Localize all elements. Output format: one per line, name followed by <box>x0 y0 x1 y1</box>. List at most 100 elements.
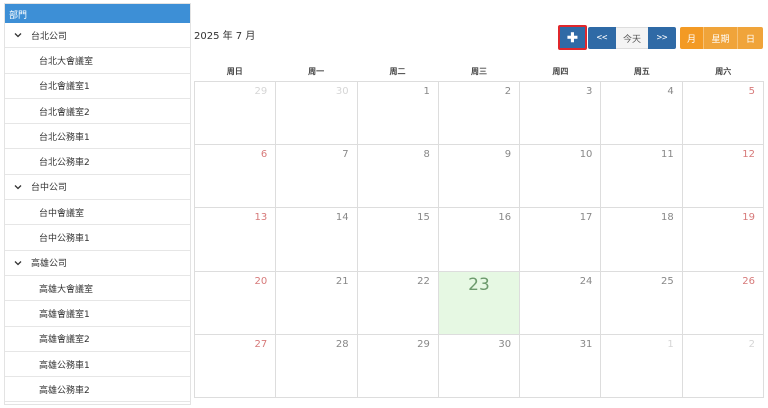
day-cell[interactable]: 28 <box>276 334 358 398</box>
day-cell[interactable]: 14 <box>276 208 358 272</box>
tree-item-7[interactable]: 台中會議室 <box>5 200 190 226</box>
day-number: 9 <box>504 149 512 161</box>
day-number: 23 <box>468 274 490 295</box>
day-number: 20 <box>254 275 268 287</box>
today-button[interactable]: 今天 <box>616 27 648 49</box>
day-cell[interactable]: 19 <box>682 208 764 272</box>
day-cell[interactable]: 3 <box>520 82 602 146</box>
day-number: 6 <box>260 149 268 161</box>
prev-month-button[interactable]: << <box>588 27 616 49</box>
day-cell[interactable]: 7 <box>276 145 358 209</box>
day-number: 31 <box>579 338 593 350</box>
weekday-label: 周日 <box>226 67 243 76</box>
day-number: 27 <box>254 338 268 350</box>
tree-item-1[interactable]: 台北大會議室 <box>5 48 190 74</box>
add-event-button[interactable]: ✚ <box>558 25 587 50</box>
day-number: 8 <box>423 149 430 161</box>
tree-item-3[interactable]: 台北會議室2 <box>5 99 190 125</box>
tree-item-label: 台中會議室 <box>39 208 85 219</box>
next-month-button[interactable]: >> <box>648 27 676 49</box>
tree-item-13[interactable]: 高雄公務車1 <box>5 352 190 378</box>
day-cell[interactable]: 2 <box>438 82 521 146</box>
tree-item-label: 台北公務車1 <box>39 132 90 143</box>
day-cell[interactable]: 29 <box>195 82 277 146</box>
day-cell[interactable]: 24 <box>520 271 602 335</box>
day-number: 15 <box>417 212 430 224</box>
tree-group-9[interactable]: 高雄公司 <box>5 251 190 276</box>
tree-item-label: 高雄會議室1 <box>39 309 90 320</box>
tree-item-label: 高雄公務車1 <box>39 360 90 371</box>
weekday-label: 周六 <box>715 67 732 76</box>
day-cell[interactable]: 21 <box>276 271 358 335</box>
tree-item-5[interactable]: 台北公務車2 <box>5 149 190 175</box>
day-number: 7 <box>342 149 349 161</box>
tree-item-8[interactable]: 台中公務車1 <box>5 225 190 251</box>
tree-group-0[interactable]: 台北公司 <box>5 23 190 49</box>
tree-group-6[interactable]: 台中公司 <box>5 175 190 201</box>
chevron-down-icon[interactable] <box>13 258 23 268</box>
day-cell[interactable]: 30 <box>438 334 521 398</box>
day-cell[interactable]: 9 <box>438 145 521 209</box>
tree-item-12[interactable]: 高雄會議室2 <box>5 327 190 352</box>
tree-item-label: 高雄公司 <box>31 259 68 270</box>
day-cell[interactable]: 13 <box>195 208 277 272</box>
tree-item-10[interactable]: 高雄大會議室 <box>5 276 190 302</box>
view-switcher: 月 星期 日 <box>680 27 763 49</box>
department-sidebar: 部門 台北公司 台北大會議室 台北會議室1 台北會議室2 台北公務車1 台北公務車2 台中公… <box>4 3 191 405</box>
chevron-down-icon[interactable] <box>13 182 23 192</box>
tree-item-4[interactable]: 台北公務車1 <box>5 124 190 150</box>
day-cell[interactable]: 17 <box>520 208 602 272</box>
day-number: 14 <box>335 212 349 224</box>
tree-item-2[interactable]: 台北會議室1 <box>5 74 190 99</box>
day-number: 29 <box>254 86 268 97</box>
chevron-down-icon[interactable] <box>13 30 23 40</box>
day-cell[interactable]: 31 <box>520 334 602 398</box>
day-cell[interactable]: 20 <box>195 271 277 335</box>
tree-item-label: 台北會議室2 <box>39 107 90 118</box>
day-number: 2 <box>748 338 755 350</box>
day-cell[interactable]: 22 <box>357 271 439 335</box>
day-cell[interactable]: 29 <box>357 334 439 398</box>
date-navigation: << 今天 >> <box>588 27 676 49</box>
day-cell[interactable]: 1 <box>357 82 439 146</box>
tree-item-label: 台北大會議室 <box>39 56 94 67</box>
day-number: 30 <box>335 86 349 97</box>
day-cell[interactable]: 30 <box>276 82 358 146</box>
day-cell[interactable]: 18 <box>601 208 683 272</box>
day-number: 22 <box>417 275 430 287</box>
day-cell[interactable]: 2 <box>682 334 764 398</box>
day-cell[interactable]: 12 <box>682 145 764 209</box>
weekday-label: 周五 <box>633 67 650 76</box>
day-cell[interactable]: 26 <box>682 271 764 335</box>
day-cell[interactable]: 27 <box>195 334 277 398</box>
day-number: 28 <box>335 338 349 350</box>
tree-item-11[interactable]: 高雄會議室1 <box>5 301 190 327</box>
day-cell-today[interactable]: 23 <box>438 271 521 335</box>
day-number: 26 <box>742 275 755 287</box>
day-view-button[interactable]: 日 <box>738 27 763 49</box>
day-cell[interactable]: 4 <box>601 82 683 146</box>
day-number: 10 <box>579 149 593 161</box>
tree-item-label: 台北公司 <box>31 31 68 42</box>
day-cell[interactable]: 1 <box>601 334 683 398</box>
month-view-button[interactable]: 月 <box>680 27 704 49</box>
day-cell[interactable]: 11 <box>601 145 683 209</box>
day-cell[interactable]: 16 <box>438 208 521 272</box>
sidebar-header: 部門 <box>5 4 190 23</box>
day-cell[interactable]: 5 <box>682 82 764 146</box>
day-number: 5 <box>748 86 755 97</box>
day-cell[interactable]: 25 <box>601 271 683 335</box>
day-cell[interactable]: 15 <box>357 208 439 272</box>
day-number: 11 <box>660 149 674 161</box>
day-number: 29 <box>417 338 430 350</box>
weekday-label: 周二 <box>389 67 406 76</box>
week-view-button[interactable]: 星期 <box>704 27 738 49</box>
tree-item-14[interactable]: 高雄公務車2 <box>5 377 190 403</box>
day-cell[interactable]: 10 <box>520 145 602 209</box>
day-cell[interactable]: 8 <box>357 145 439 209</box>
tree-item-label: 台中公務車1 <box>39 234 90 245</box>
weekday-label: 周三 <box>470 67 487 76</box>
day-cell[interactable]: 6 <box>195 145 277 209</box>
month-title: 2025 年 7 月 <box>194 31 256 42</box>
tree-item-label: 高雄大會議室 <box>39 284 94 295</box>
